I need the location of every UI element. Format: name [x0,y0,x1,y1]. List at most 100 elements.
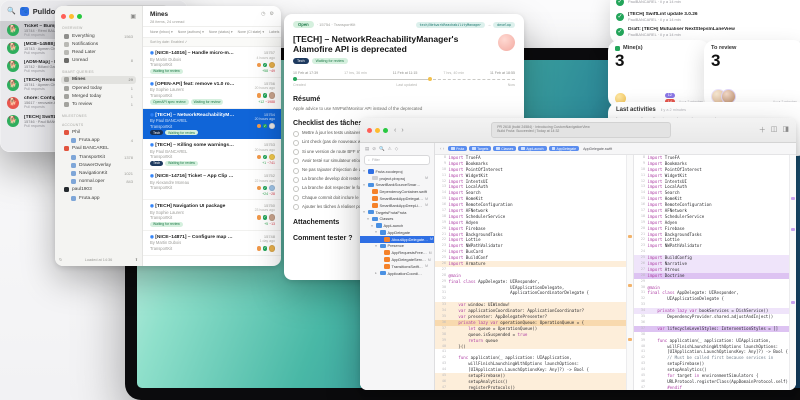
checkbox[interactable] [293,149,299,156]
sidebar-item-fruta-app[interactable]: Fruta.app 4 [61,137,136,145]
sidebar-item-fruta-app[interactable]: Fruta.app [61,194,136,202]
table-row[interactable]: ◉ [NICE–14871] – Configure map view for … [143,231,281,256]
disclosure-icon[interactable]: ▾ [362,169,366,173]
sidebar-item-navigationkit[interactable]: NavigationKit 1021 [61,169,136,177]
checkbox[interactable] [293,176,299,183]
navigator-item[interactable]: ▾ AppDelegate [360,229,434,236]
navigator-item[interactable]: project.pbxproj M [360,175,434,182]
navigator-item[interactable]: ▾ AppLaunch [360,222,434,229]
checkbox[interactable] [293,186,299,192]
code-line[interactable]: 47 registerProtocols() [435,384,633,390]
back-icon[interactable]: ‹ [394,127,396,134]
sidebar-item-merged-today[interactable]: Merged today 1 [61,92,136,100]
checkbox[interactable] [293,204,299,211]
table-row[interactable]: ◉ [TECH] – NetworkReachabilityManager's … [143,108,281,140]
breadcrumb-chip[interactable]: Fruta [448,146,468,151]
table-row[interactable]: ◉ [TECH] Navigation UI package By Sophie … [143,200,281,231]
sidebar-item-to-review[interactable]: To review 1 [61,100,136,108]
checkbox[interactable] [293,195,299,202]
breadcrumb-chip[interactable]: AppDelegate [548,146,580,151]
jumpbar-file[interactable]: AppDelegate.swift [583,147,612,151]
navigator-item[interactable]: ▾ Classes [360,215,434,222]
disclosure-icon[interactable]: ▾ [374,230,378,234]
code-line[interactable]: 35 DependencyProvider.shared.adjustAndIn… [634,314,796,320]
author-avatar[interactable] [498,34,515,51]
filter-dropdown[interactable]: Labels [269,30,279,34]
editor-layout-icon[interactable]: ◫ [771,125,778,135]
navigator-item[interactable]: AppDelegateServ… M [360,256,434,263]
activity-status[interactable]: PR 2618 (build 24584) · Introducing Cust… [491,122,672,138]
sidebar-item-everything[interactable]: Everything 1563 [61,32,136,40]
checkbox[interactable] [293,158,299,165]
disclosure-icon[interactable]: ▸ [374,271,378,275]
settings-icon[interactable]: ⚙ [270,11,274,17]
branch-from-pill[interactable]: tech/NetworkReachabilityManager [415,21,486,28]
navigator-item[interactable]: DependencyContainer.swift [360,188,434,195]
traffic-lights[interactable] [367,127,388,133]
sidebar-toggle-icon[interactable]: ▣ [130,13,136,20]
table-row[interactable]: ◉ [NICE–14016] – Handle micro-mob zone b… [143,47,281,78]
view-options-icon[interactable]: ◷ [261,11,265,17]
checkbox[interactable] [293,130,299,137]
breadcrumb-chip[interactable]: Classes [493,146,517,151]
table-row[interactable]: ◉ [OPEN-API] feat: remove v1.0 routes By … [143,78,281,109]
filter-dropdown[interactable]: None (inbox) ▾ [150,30,173,34]
sidebar-item-opened-today[interactable]: Opened today 1 [61,84,136,92]
navigator-item[interactable]: SmartBankAppDeepLi… M [360,202,434,209]
navigator-item[interactable]: AboutAppDelegate… M [360,235,434,243]
notification-row[interactable]: ✓ PaulBANCAREL · il y a 14 min [616,0,798,9]
code-line[interactable]: 37 var lifecycleLevelStyles: Interventio… [634,325,796,332]
disclosure-icon[interactable]: ▾ [370,224,374,228]
checkbox[interactable] [293,140,299,147]
widget-to-review[interactable]: To review 3 il y a 2 minutes [704,40,800,108]
checkbox[interactable] [293,167,299,174]
notification-row[interactable]: ✓ [TECH] SwiftLint update 3.0.26 PaulBANCA… [616,9,798,24]
branch-to-pill[interactable]: develop [493,21,515,28]
navigator-item[interactable]: TransitionsSwift… M [360,263,434,270]
navigator-filter-input[interactable]: ⌕ Filter [364,155,430,165]
sidebar-item-mines[interactable]: Mines 29 [61,75,136,84]
sidebar-item-paul-bancarel[interactable]: Paul BANCAREL [61,145,136,153]
filter-dropdown[interactable]: None (authors) ▾ [178,30,204,34]
refresh-icon[interactable]: ↻ [59,257,62,262]
inspector-toggle-icon[interactable]: ◨ [782,125,789,135]
disclosure-icon[interactable]: ▾ [374,244,378,248]
navigator-item[interactable]: ▾ Fruta.xcodeproj [360,168,434,175]
disclosure-icon[interactable]: ▾ [366,217,370,221]
code-line[interactable]: 47 #endif [634,385,796,390]
sidebar-item-unread[interactable]: Unread 8 [61,57,136,65]
notification-row[interactable]: ✓ Draft: [TECH] Mutualiser NextStepsInLan… [616,24,798,39]
forward-icon[interactable]: › [401,127,403,134]
navigator-item[interactable]: ▾ SmartBankSourceSmar… [360,182,434,189]
table-row[interactable]: ◉ [TECH] – Killing some warnings #2 By Pa… [143,139,281,171]
sidebar-item-transportkit[interactable]: TransportKit 1378 [61,153,136,161]
navigator-item[interactable]: ▾ Presence [360,243,434,250]
table-row[interactable]: ◉ [NICE–14716] Ticket – App Clip – rever… [143,170,281,200]
disclosure-icon[interactable]: ▾ [362,183,366,187]
widget-mine[interactable]: Mine(s) 3 12 14 il y a 2 minutes [608,40,710,108]
navigator-item[interactable]: ▾ TargetsFrutaFruta [360,209,434,216]
sidebar-item-phil[interactable]: Phil [61,129,136,137]
sort-note[interactable]: Sort by date: Enabled ✓ [143,37,281,47]
sidebar-item-draweroverlay[interactable]: DrawerOverlay [61,161,136,169]
disclosure-icon[interactable]: ▾ [362,210,366,214]
jump-bar[interactable]: ‹ › Fruta Targets Classes AppLaunch AppDeleg… [435,143,796,155]
minimap[interactable] [626,155,633,390]
sidebar-item-normal-oper[interactable]: normal.oper 843 [61,178,136,186]
minimap[interactable] [789,155,796,390]
sidebar-item-read-later[interactable]: Read Later [61,48,136,56]
breadcrumb-chip[interactable]: AppLaunch [518,146,547,151]
share-icon[interactable]: ⬆ [135,257,138,262]
filter-dropdown[interactable]: None (CI state) ▾ [238,30,264,34]
traffic-lights[interactable] [61,14,82,19]
sidebar-item-notifications[interactable]: Notifications [61,40,136,48]
navigator-item[interactable]: AppRequestsFree… M [360,249,434,256]
navigator-tabs[interactable]: ▤ ⊘ 🔍 ⚠ ◇ [360,146,434,155]
navigator-item[interactable]: ▸ ApplicationCoordi… [360,270,434,277]
jumpbar-back-icon[interactable]: ‹ › [440,146,444,151]
sidebar-item-paul1903[interactable]: paul1903 [61,186,136,194]
navigator-item[interactable]: SmartBankAppDelegat… M [360,195,434,202]
filter-dropdown[interactable]: None (status) ▾ [209,30,233,34]
editor-pane-left[interactable]: 8 import TrueFA 9 import Bookmarks 10 import … [435,155,634,390]
add-icon[interactable]: ＋ [759,125,766,135]
